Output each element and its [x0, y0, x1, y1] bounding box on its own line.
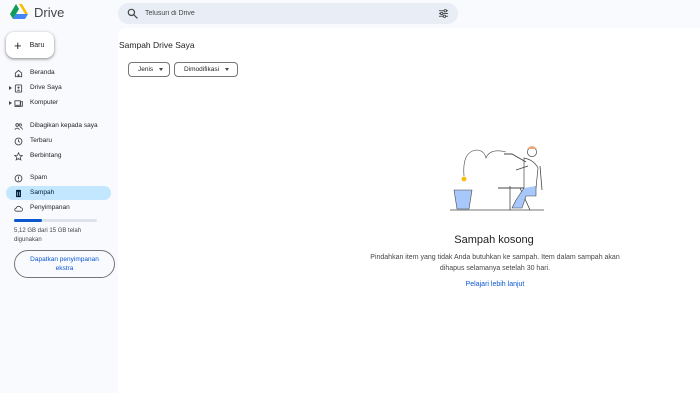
search-options-icon[interactable]	[438, 8, 449, 19]
home-icon	[14, 69, 23, 78]
storage-progress-bar	[14, 219, 97, 222]
sidebar-item-spam[interactable]: Spam	[6, 171, 111, 185]
sidebar-item-label: Komputer	[30, 99, 59, 106]
spam-icon	[14, 174, 23, 183]
search-input[interactable]	[145, 3, 425, 24]
page-title: Sampah Drive Saya	[119, 40, 195, 50]
top-bar: Drive	[0, 0, 700, 28]
storage-progress-fill	[14, 219, 43, 222]
expand-arrow-icon[interactable]	[9, 86, 12, 90]
sidebar-item-trash[interactable]: Sampah	[6, 186, 111, 200]
trash-icon	[16, 189, 21, 198]
filter-modified-chip[interactable]: Dimodifikasi	[174, 62, 238, 77]
sidebar-item-label: Sampah	[30, 189, 55, 196]
filter-modified-label: Dimodifikasi	[184, 66, 220, 73]
learn-more-link[interactable]: Pelajari lebih lanjut	[438, 281, 552, 288]
sidebar-item-label: Dibagikan kepada saya	[30, 122, 98, 129]
sidebar-item-label: Terbaru	[30, 137, 53, 144]
sidebar-item-shared-with-me[interactable]: Dibagikan kepada saya	[6, 119, 111, 133]
clock-icon	[14, 137, 23, 146]
search-icon[interactable]	[127, 8, 138, 19]
new-button[interactable]: + Baru	[6, 32, 54, 58]
new-button-label: Baru	[29, 41, 45, 49]
chevron-down-icon	[159, 68, 164, 71]
app-title: Drive	[34, 4, 65, 20]
sidebar-item-label: Penyimpanan	[30, 204, 70, 211]
sidebar-item-storage[interactable]: Penyimpanan	[6, 201, 111, 215]
people-icon	[14, 123, 23, 130]
empty-state-title: Sampah kosong	[454, 234, 534, 246]
get-more-storage-button[interactable]: Dapatkan penyimpanan ekstra	[14, 250, 115, 278]
filter-type-label: Jenis	[138, 66, 154, 73]
cloud-icon	[14, 205, 23, 212]
chevron-down-icon	[225, 68, 230, 71]
sidebar-item-starred[interactable]: Berbintang	[6, 149, 111, 163]
sidebar-item-label: Drive Saya	[30, 84, 62, 91]
main-content: Sampah Drive Saya Jenis Dimodifikasi Sam…	[118, 28, 700, 393]
sidebar-item-label: Beranda	[30, 69, 55, 76]
sidebar-item-label: Spam	[30, 174, 47, 181]
sidebar: + Baru Beranda Drive Saya Komputer Dibag…	[0, 28, 118, 393]
expand-arrow-icon[interactable]	[9, 101, 12, 105]
sidebar-item-my-drive[interactable]: Drive Saya	[6, 81, 111, 95]
star-icon	[14, 152, 23, 161]
sidebar-item-computers[interactable]: Komputer	[6, 96, 111, 110]
computer-icon	[14, 100, 23, 107]
search-bar[interactable]	[118, 3, 458, 24]
sidebar-item-label: Berbintang	[30, 152, 62, 159]
my-drive-icon	[14, 84, 23, 93]
storage-usage-text: 5,12 GB dari 15 GB telah digunakan	[14, 228, 82, 243]
sidebar-item-recent[interactable]: Terbaru	[6, 134, 111, 148]
empty-state-description: Pindahkan item yang tidak Anda butuhkan …	[370, 254, 620, 272]
filter-type-chip[interactable]: Jenis	[128, 62, 170, 77]
drive-logo[interactable]: Drive	[10, 4, 64, 20]
empty-trash-illustration	[450, 146, 544, 211]
sidebar-item-home[interactable]: Beranda	[6, 66, 111, 80]
drive-logo-icon	[10, 4, 28, 19]
plus-icon: +	[14, 37, 22, 53]
